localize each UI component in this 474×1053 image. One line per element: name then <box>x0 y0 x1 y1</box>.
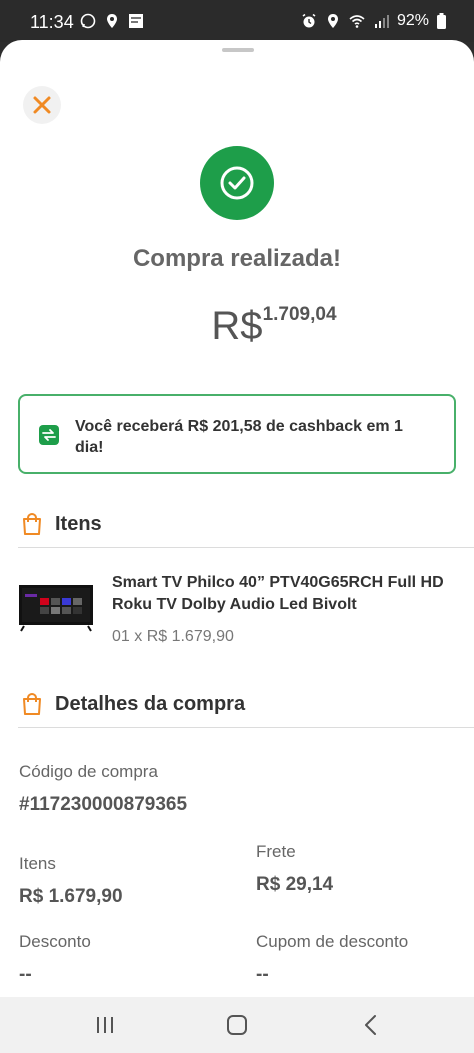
battery-icon <box>437 13 446 29</box>
purchase-code-label: Código de compra <box>19 762 158 781</box>
recent-apps-icon[interactable] <box>92 1013 118 1037</box>
system-nav-bar <box>0 997 474 1053</box>
page-title: Compra realizada! <box>132 245 342 272</box>
sheet-drag-handle[interactable] <box>222 48 254 52</box>
items-subtotal-label: Itens <box>19 854 56 873</box>
location-icon <box>107 14 117 28</box>
wifi-icon <box>349 15 365 28</box>
battery-percent: 92% <box>396 12 429 29</box>
status-bar: 11:34 92% <box>0 0 474 42</box>
shipping-value: R$ 29,14 <box>256 874 334 895</box>
coupon-value: -- <box>256 964 269 985</box>
product-name: Smart TV Philco 40” PTV40G65RCH Full HD … <box>112 574 444 613</box>
whatsapp-icon <box>80 13 96 29</box>
back-icon[interactable] <box>358 1013 384 1037</box>
coupon-label: Cupom de desconto <box>256 932 409 951</box>
shipping-label: Frete <box>256 842 296 861</box>
success-badge <box>200 146 274 220</box>
signal-icon <box>374 15 389 28</box>
product-image <box>19 585 93 632</box>
amount-currency: R$ <box>211 304 263 348</box>
items-subtotal-value: R$ 1.679,90 <box>19 886 123 907</box>
items-section-title: Itens <box>55 513 102 535</box>
total-amount: R$ 1.709,04 <box>0 304 474 349</box>
cashback-icon <box>39 425 59 445</box>
discount-label: Desconto <box>19 932 91 951</box>
alarm-icon <box>302 13 316 28</box>
close-icon <box>33 96 51 114</box>
location-icon <box>327 14 338 28</box>
status-left-icons <box>80 13 144 29</box>
status-time: 11:34 <box>30 12 74 32</box>
discount-value: -- <box>19 964 32 985</box>
shopping-bag-icon <box>23 512 41 535</box>
check-icon <box>220 166 254 200</box>
amount-value: 1.709,04 <box>262 304 337 325</box>
details-section-title: Detalhes da compra <box>55 693 246 715</box>
status-right-icons: 92% <box>301 12 446 30</box>
items-section-header: Itens <box>18 512 474 548</box>
purchase-code-value: #117230000879365 <box>19 794 188 815</box>
shopping-bag-icon <box>23 692 41 715</box>
app-icon <box>129 14 143 28</box>
product-quantity-price: 01 x R$ 1.679,90 <box>112 628 234 645</box>
cashback-banner: Você receberá R$ 201,58 de cashback em 1… <box>18 394 456 474</box>
close-button[interactable] <box>23 86 61 124</box>
purchase-confirmation-sheet: Compra realizada! R$ 1.709,04 Você receb… <box>0 40 474 1000</box>
cashback-text: Você receberá R$ 201,58 de cashback em 1… <box>75 418 403 456</box>
home-icon[interactable] <box>224 1013 250 1037</box>
details-section-header: Detalhes da compra <box>18 692 474 728</box>
